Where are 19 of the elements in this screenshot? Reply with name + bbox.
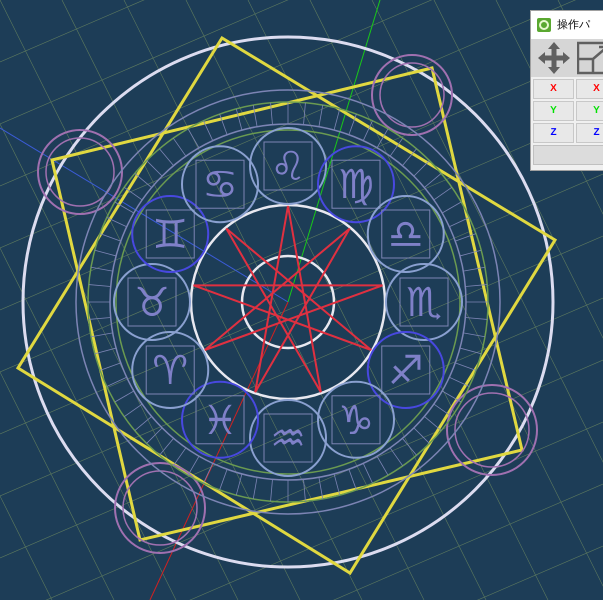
zodiac-symbol: ♒ [270,416,306,462]
box-arrow-icon[interactable] [577,41,603,75]
zodiac-symbol: ♈ [152,348,188,394]
zodiac-symbol: ♍ [338,162,374,208]
zodiac-symbol: ♓ [202,398,238,444]
axis-button[interactable]: Z [533,123,574,143]
zodiac-symbol: ♐ [388,348,424,394]
axis-button[interactable]: X [533,79,574,99]
zodiac-symbol: ♏ [406,280,442,326]
axis-button[interactable]: X [576,79,603,99]
zodiac-symbol: ♌ [270,144,306,190]
zodiac-symbol: ♉ [134,280,170,326]
panel-title: 操作パ [557,18,590,33]
app-icon [537,18,551,32]
zodiac-symbol: ♋ [202,162,238,208]
axis-button[interactable]: Z [576,123,603,143]
zodiac-symbol: ♑ [338,398,374,444]
zodiac-symbol: ♎ [388,212,424,258]
move-arrows-icon[interactable] [537,41,571,75]
